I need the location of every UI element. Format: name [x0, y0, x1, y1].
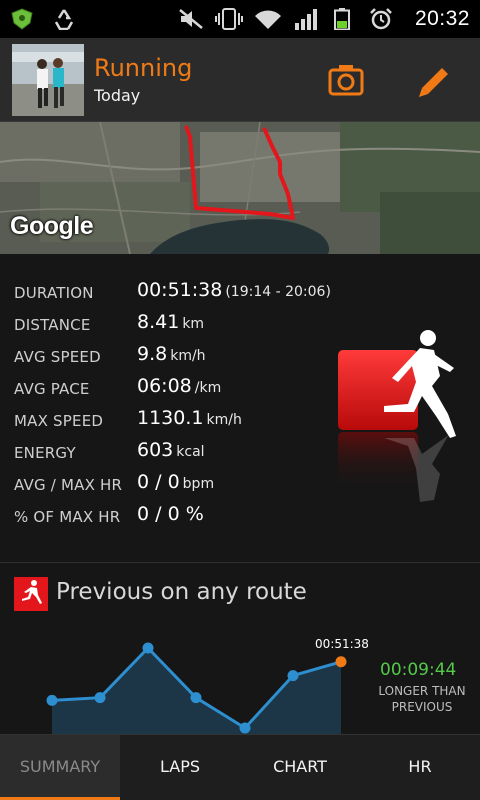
shield-icon	[11, 8, 33, 30]
chart-point	[287, 670, 299, 682]
previous-route-header: Previous on any route	[0, 562, 480, 622]
route-map[interactable]: Google	[0, 122, 480, 254]
recycle-icon	[54, 9, 74, 30]
chart-area-fill	[52, 648, 341, 734]
stat-unit: /km	[194, 380, 222, 396]
tab-summary[interactable]: SUMMARY	[0, 735, 120, 800]
stat-hr-percent: % OF MAX HR 0 / 0 %	[14, 500, 344, 532]
previous-chart[interactable]: 00:51:38 00:09:44 LONGER THAN PREVIOUS	[0, 622, 480, 734]
previous-route-title: Previous on any route	[56, 579, 307, 605]
stat-value: 0 / 0 bpm	[137, 471, 215, 493]
stat-max-speed: MAX SPEED 1130.1 km/h	[14, 404, 344, 436]
stat-value: 9.8 km/h	[137, 343, 206, 365]
chart-annotation: 00:51:38	[315, 637, 369, 651]
stat-value: 06:08/km	[137, 375, 222, 397]
stats-panel: DURATION 00:51:38 (19:14 - 20:06) DISTANC…	[0, 254, 480, 562]
chart-point-current	[335, 656, 347, 668]
stat-label: AVG SPEED	[14, 348, 101, 366]
running-icon	[14, 577, 48, 611]
stat-hr: AVG / MAX HR 0 / 0 bpm	[14, 468, 344, 500]
pencil-icon[interactable]	[414, 60, 454, 100]
stat-value: 00:51:38 (19:14 - 20:06)	[137, 279, 331, 301]
stat-label: DISTANCE	[14, 316, 91, 334]
stat-distance: DISTANCE 8.41 km	[14, 308, 344, 340]
activity-header: Running Today	[0, 38, 480, 122]
activity-date: Today	[94, 86, 141, 105]
activity-photo[interactable]	[12, 44, 84, 116]
mute-icon	[179, 9, 203, 29]
battery-icon	[334, 8, 350, 30]
stat-label: MAX SPEED	[14, 412, 104, 430]
tab-bar: SUMMARY LAPS CHART HR	[0, 734, 480, 800]
stat-unit: bpm	[182, 476, 215, 492]
camera-icon[interactable]	[326, 60, 366, 100]
stat-label: DURATION	[14, 284, 94, 302]
stat-label: ENERGY	[14, 444, 76, 462]
stat-value: 603 kcal	[137, 439, 205, 461]
stat-unit: km	[182, 316, 205, 332]
tab-hr[interactable]: HR	[360, 735, 480, 800]
stat-extra: (19:14 - 20:06)	[225, 284, 331, 300]
stat-avg-speed: AVG SPEED 9.8 km/h	[14, 340, 344, 372]
running-sport-icon	[338, 330, 456, 502]
time-difference-label: LONGER THAN PREVIOUS	[378, 684, 466, 714]
stat-unit: km/h	[206, 412, 242, 428]
chart-point	[190, 692, 202, 704]
tab-laps[interactable]: LAPS	[120, 735, 240, 800]
wifi-icon	[255, 10, 281, 29]
stat-unit: kcal	[176, 444, 205, 460]
stat-avg-pace: AVG PACE 06:08/km	[14, 372, 344, 404]
stat-value: 1130.1 km/h	[137, 407, 242, 429]
activity-title: Running	[94, 54, 193, 82]
stat-unit: km/h	[170, 348, 206, 364]
map-attribution: Google	[10, 212, 94, 240]
chart-point	[142, 642, 154, 654]
status-bar: 20:32	[0, 0, 480, 38]
stat-label: AVG / MAX HR	[14, 476, 123, 494]
stat-label: % OF MAX HR	[14, 508, 121, 526]
chart-point	[46, 694, 58, 706]
tab-chart[interactable]: CHART	[240, 735, 360, 800]
time-difference: 00:09:44	[380, 660, 457, 680]
vibrate-icon	[215, 8, 243, 30]
clock: 20:32	[414, 7, 470, 30]
stat-label: AVG PACE	[14, 380, 90, 398]
signal-icon	[295, 9, 317, 30]
alarm-icon	[370, 8, 392, 30]
chart-point	[94, 692, 106, 704]
stat-energy: ENERGY 603 kcal	[14, 436, 344, 468]
stat-value: 8.41 km	[137, 311, 205, 333]
stat-value: 0 / 0 %	[137, 503, 204, 525]
stat-duration: DURATION 00:51:38 (19:14 - 20:06)	[14, 276, 344, 308]
chart-point	[239, 722, 251, 734]
